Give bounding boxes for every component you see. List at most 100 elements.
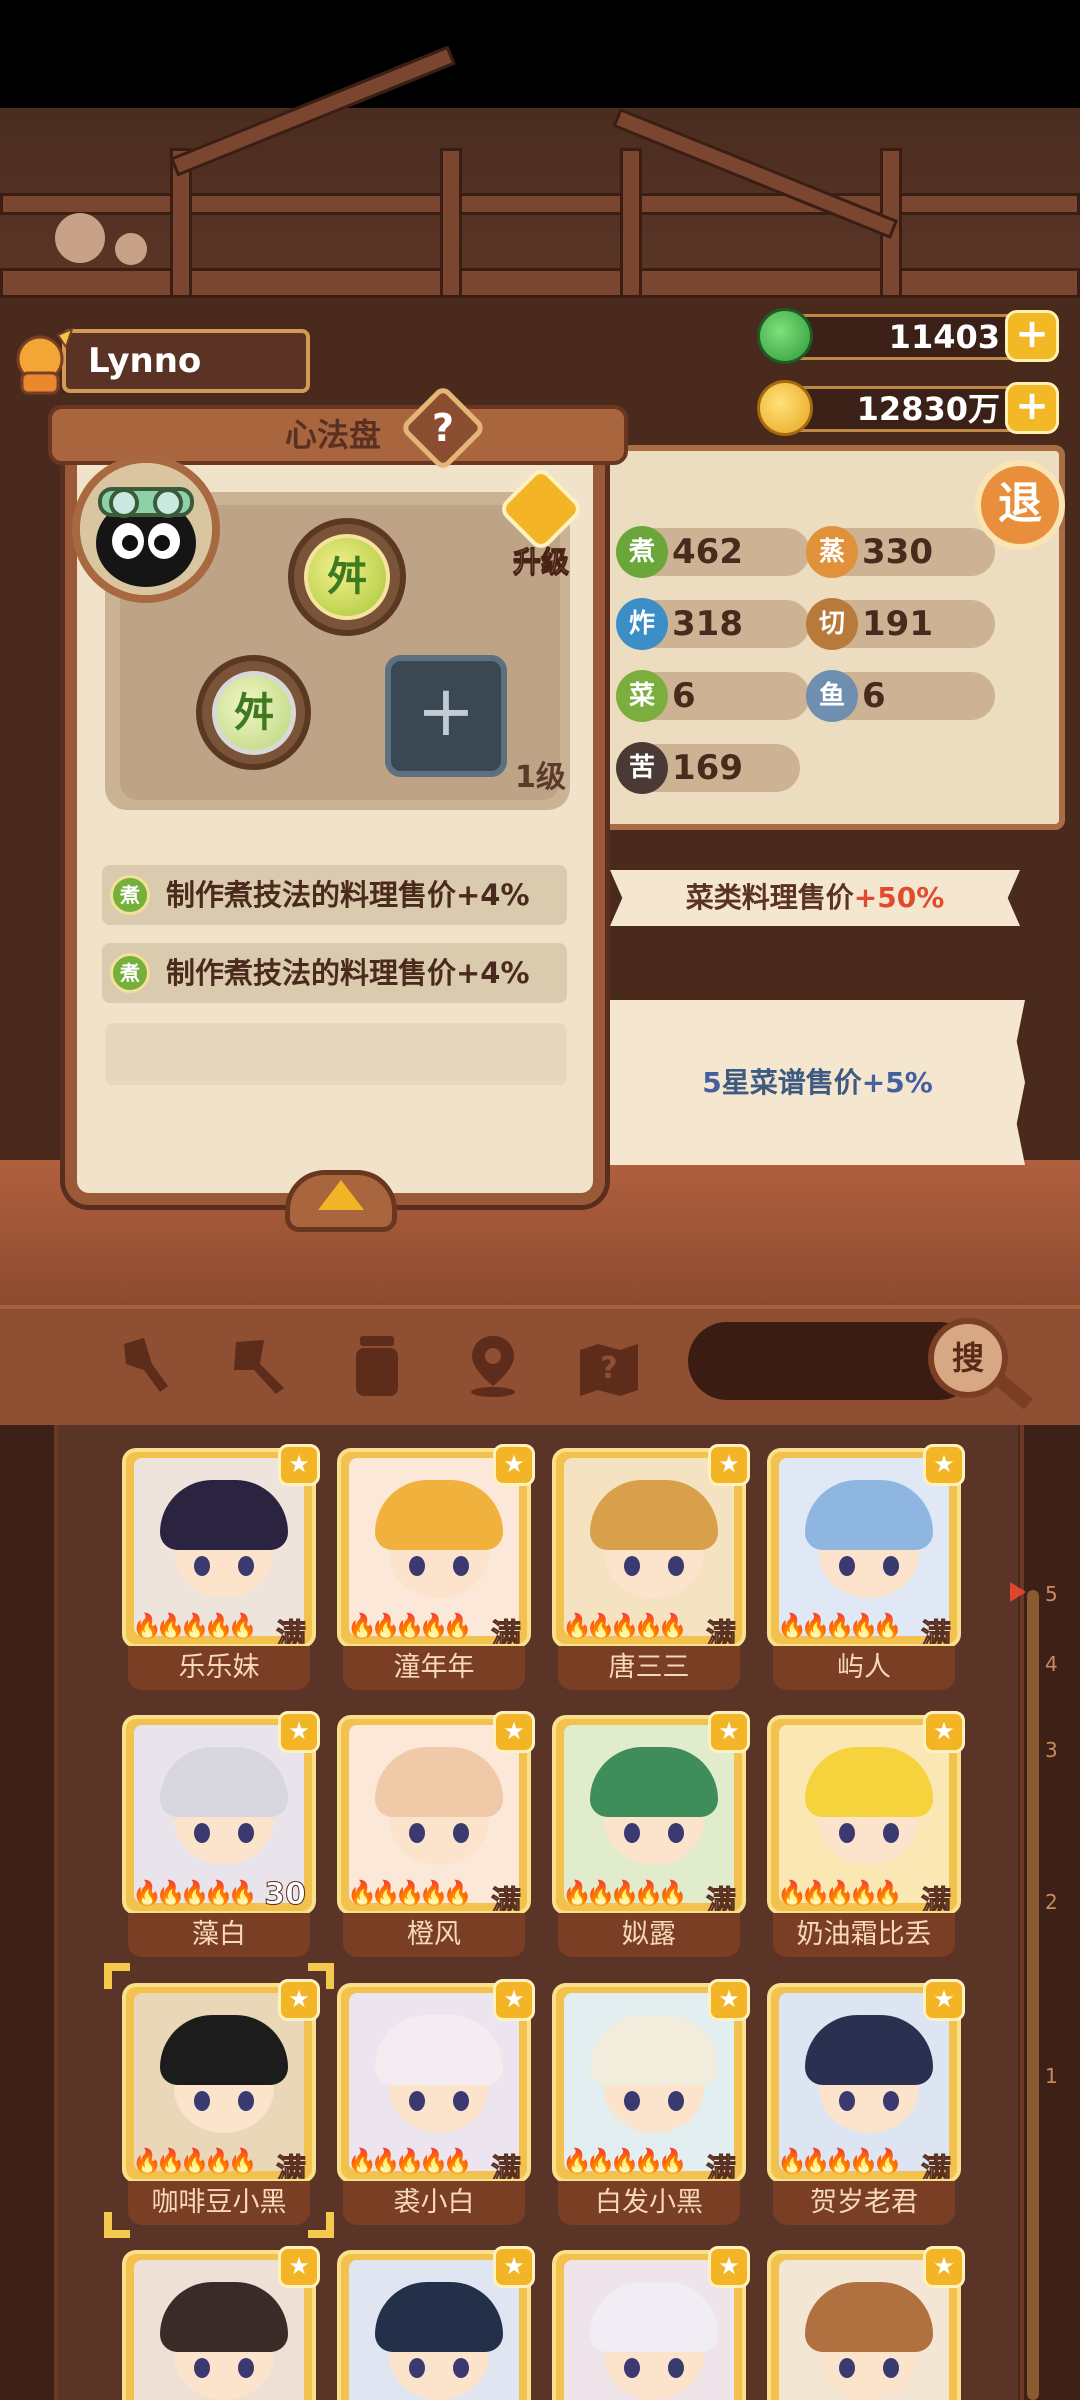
chef-badge: 满	[921, 1618, 952, 1648]
chef-card[interactable]: 🔥🔥🔥🔥🔥 满 ★ 姒露	[552, 1711, 750, 1961]
star-icon: ★	[708, 1711, 750, 1753]
chef-eye	[238, 1823, 254, 1843]
chef-name: 屿人	[773, 1646, 955, 1690]
chef-eye	[453, 2091, 469, 2111]
star-icon: ★	[708, 1979, 750, 2021]
star-icon: ★	[923, 1711, 965, 1753]
stat-category-icon: 菜	[616, 670, 668, 722]
search-button[interactable]: 搜	[928, 1318, 1008, 1398]
chef-name: 白发小黑	[558, 2181, 740, 2225]
player-name-plate[interactable]: Lynno	[10, 325, 310, 397]
stat-item: 蒸 330	[806, 526, 995, 578]
stat-item: 菜6	[616, 670, 810, 722]
star-icon: ★	[493, 1979, 535, 2021]
skill-slot-1[interactable]: ⾇	[288, 518, 406, 636]
exit-button[interactable]: 退	[975, 460, 1065, 550]
player-name: Lynno	[62, 329, 310, 393]
stat-category-icon: 鱼	[806, 670, 858, 722]
chef-eye	[839, 1556, 855, 1576]
chick-decoration-icon	[115, 233, 147, 265]
flame-rating-icons: 🔥🔥🔥🔥🔥	[347, 2147, 472, 2175]
chef-card[interactable]: 🔥🔥🔥🔥🔥★	[337, 2246, 535, 2400]
star-icon: ★	[493, 2246, 535, 2288]
jade-value: 11403	[783, 314, 1033, 360]
star-icon: ★	[923, 1444, 965, 1486]
chef-card[interactable]: 🔥🔥🔥🔥🔥 满 ★ 唐三三	[552, 1444, 750, 1694]
stat-item: 鱼6	[806, 670, 995, 722]
chef-card[interactable]: 🔥🔥🔥🔥🔥 满 ★ 乐乐妹	[122, 1444, 320, 1694]
trowel-icon[interactable]	[226, 1330, 296, 1400]
star-recipe-bonus-banner: 5星菜谱售价+5%	[610, 1000, 1025, 1165]
chef-eye	[453, 2358, 469, 2378]
chef-eye	[194, 1823, 210, 1843]
chef-badge: 满	[276, 1618, 307, 1648]
chef-name: 奶油霜比丢	[773, 1913, 955, 1957]
chef-badge: 满	[491, 1885, 522, 1915]
empty-effect-row	[105, 1023, 567, 1085]
ruler-label: 3	[1045, 1738, 1058, 1762]
jar-icon[interactable]	[342, 1330, 412, 1400]
stat-item: 切 191	[806, 598, 995, 650]
stat-category-icon: 炸	[616, 598, 668, 650]
chef-card[interactable]: 🔥🔥🔥🔥🔥 满 ★ 奶油霜比丢	[767, 1711, 965, 1961]
stat-value: 191	[862, 604, 933, 644]
help-icon[interactable]: ?	[412, 397, 474, 459]
chef-card[interactable]: 🔥🔥🔥🔥🔥 满 ★ 屿人	[767, 1444, 965, 1694]
stat-item: 炸 318	[616, 598, 810, 650]
map-help-icon[interactable]: ?	[574, 1330, 644, 1400]
chef-card[interactable]: 🔥🔥🔥🔥🔥 满 ★ 白发小黑	[552, 1979, 750, 2229]
skill-gem-icon: ⾇	[304, 534, 390, 620]
location-icon[interactable]	[458, 1330, 528, 1400]
chef-card[interactable]: 🔥🔥🔥🔥🔥 30 ★ 藻白	[122, 1711, 320, 1961]
jade-icon	[757, 308, 813, 364]
chef-card[interactable]: 🔥🔥🔥🔥🔥 满 ★ 潼年年	[337, 1444, 535, 1694]
shovel-icon[interactable]	[112, 1330, 182, 1400]
stat-value: 462	[672, 532, 743, 572]
stat-value: 318	[672, 604, 743, 644]
add-coin-button[interactable]: +	[1005, 382, 1059, 434]
chef-card[interactable]: 🔥🔥🔥🔥🔥★	[767, 2246, 965, 2400]
skill-gem-icon: ⾇	[212, 671, 296, 755]
effect-row: 煮 制作煮技法的料理售价+4%	[102, 943, 567, 1003]
chef-badge: 满	[921, 1885, 952, 1915]
chef-card[interactable]: 🔥🔥🔥🔥🔥★	[122, 2246, 320, 2400]
stat-category-icon: 苦	[616, 742, 668, 794]
flame-rating-icons: 🔥🔥🔥🔥🔥	[132, 1879, 257, 1907]
chef-eye	[839, 2358, 855, 2378]
chef-hair	[805, 2015, 933, 2085]
jade-currency: 11403 +	[757, 308, 1059, 364]
chef-eye	[194, 2358, 210, 2378]
stat-category-icon: 蒸	[806, 526, 858, 578]
chef-card[interactable]: 🔥🔥🔥🔥🔥 满 ★ 橙风	[337, 1711, 535, 1961]
chef-card[interactable]: 🔥🔥🔥🔥🔥★	[552, 2246, 750, 2400]
bonus-value: +50%	[853, 881, 945, 914]
chef-eye	[668, 1823, 684, 1843]
chef-badge: 30	[264, 1877, 307, 1912]
chef-card[interactable]: 🔥🔥🔥🔥🔥 满 ★ 裘小白	[337, 1979, 535, 2229]
chef-eye	[839, 2091, 855, 2111]
left-rail	[0, 1425, 58, 2400]
stat-item: 苦 169	[616, 742, 800, 794]
star-filter-scrollbar[interactable]	[1027, 1590, 1039, 2400]
chef-eye	[668, 2091, 684, 2111]
add-skill-slot-button[interactable]: +	[385, 655, 507, 777]
skill-slot-2[interactable]: ⾇	[196, 655, 311, 770]
add-jade-button[interactable]: +	[1005, 310, 1059, 362]
chef-card[interactable]: 🔥🔥🔥🔥🔥 满 ★ 贺岁老君	[767, 1979, 965, 2229]
chef-eye	[668, 1556, 684, 1576]
chef-eye	[194, 1556, 210, 1576]
chef-eye	[624, 1823, 640, 1843]
chef-portrait-avatar[interactable]	[72, 455, 220, 603]
flame-rating-icons: 🔥🔥🔥🔥🔥	[562, 2147, 687, 2175]
chef-name: 乐乐妹	[128, 1646, 310, 1690]
category-bonus-banner: 菜类料理售价+50%	[610, 870, 1020, 926]
stat-value: 169	[672, 748, 743, 788]
chef-hair	[160, 2282, 288, 2352]
flame-rating-icons: 🔥🔥🔥🔥🔥	[132, 2147, 257, 2175]
chef-badge: 满	[706, 1618, 737, 1648]
scroll-marker-icon	[1010, 1582, 1026, 1602]
chef-card[interactable]: 🔥🔥🔥🔥🔥 满 ★ 咖啡豆小黑	[122, 1979, 320, 2229]
flame-rating-icons: 🔥🔥🔥🔥🔥	[347, 1879, 472, 1907]
ceiling-background	[0, 45, 1080, 298]
upgrade-button-label[interactable]: 升级	[495, 540, 587, 580]
